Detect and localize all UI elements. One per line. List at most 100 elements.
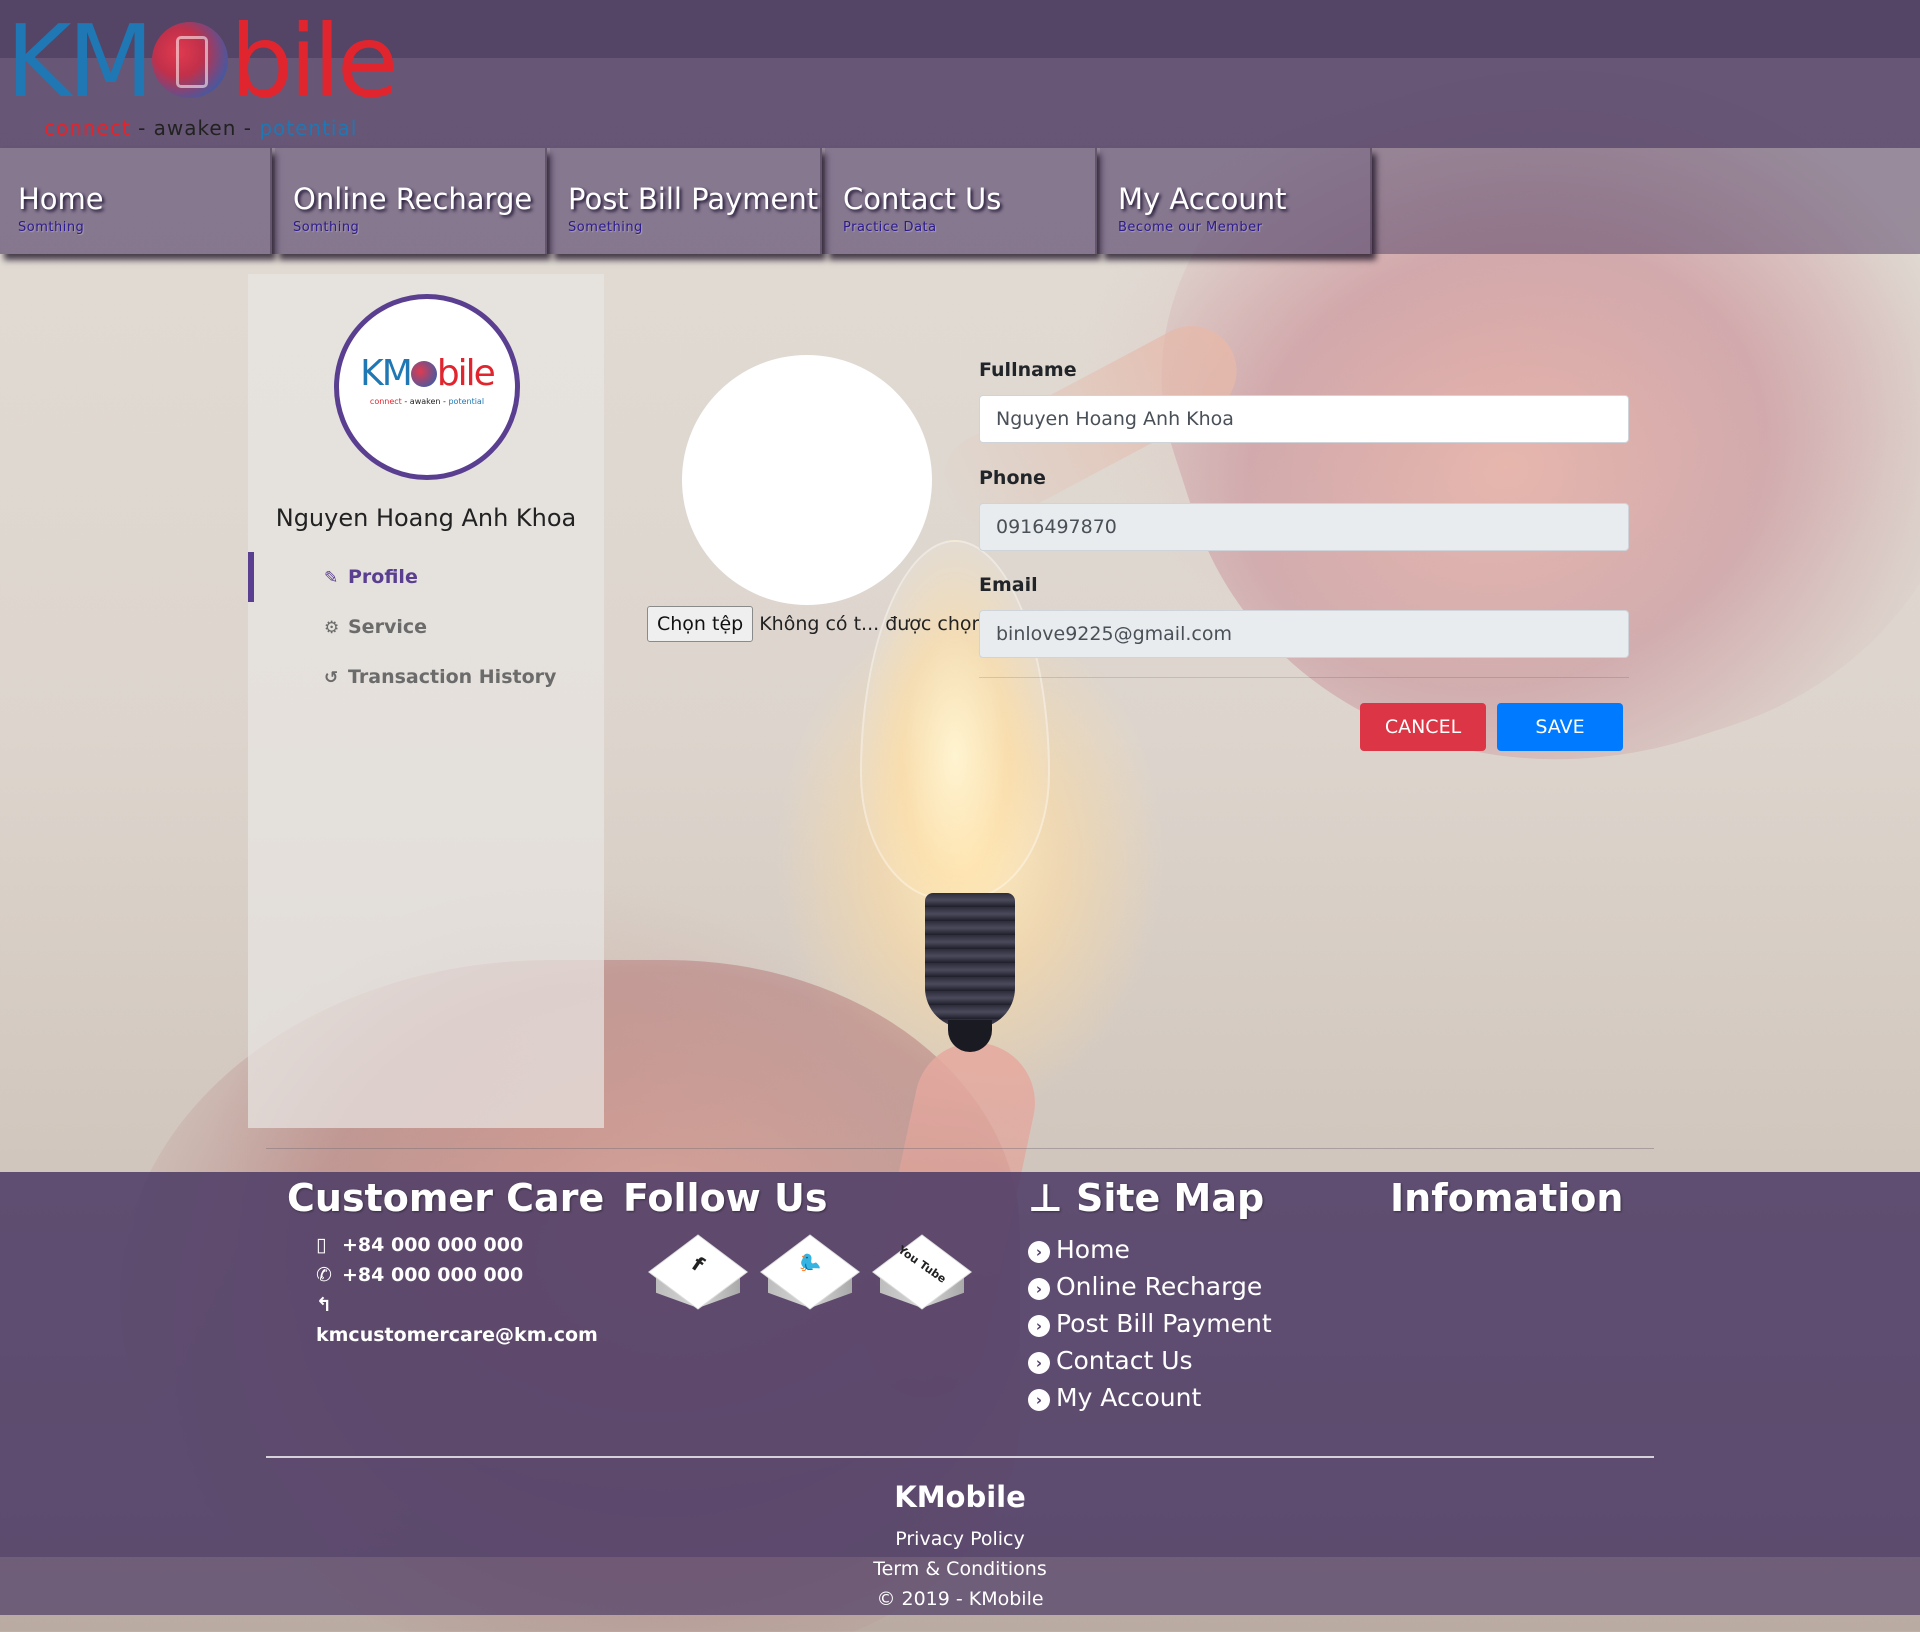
tagline-connect: connect bbox=[369, 397, 402, 406]
chevron-right-icon: › bbox=[1028, 1389, 1050, 1411]
nav-label: Post Bill Payment bbox=[568, 182, 819, 216]
logo-wordmark: KM bile bbox=[6, 12, 398, 112]
nav-post-bill-payment[interactable]: Post Bill Payment Something bbox=[550, 148, 822, 254]
logo-tagline: connect - awaken - potential bbox=[44, 116, 357, 140]
avatar: KM bile connect - awaken - potential bbox=[334, 294, 520, 480]
nav-label: Home bbox=[18, 182, 104, 216]
nav-online-recharge[interactable]: Online Recharge Somthing bbox=[275, 148, 547, 254]
main-nav: Home Somthing Online Recharge Somthing P… bbox=[0, 148, 1920, 254]
nav-label: My Account bbox=[1118, 182, 1287, 216]
cancel-button[interactable]: CANCEL bbox=[1360, 703, 1486, 751]
nav-label: Contact Us bbox=[843, 182, 1002, 216]
footer-top-divider bbox=[266, 1148, 1654, 1149]
profile-photo-preview bbox=[682, 355, 932, 605]
nav-home[interactable]: Home Somthing bbox=[0, 148, 272, 254]
sitemap-link-home[interactable]: › Home bbox=[1028, 1235, 1130, 1264]
information-heading: Infomation bbox=[1390, 1176, 1624, 1220]
follow-us-heading: Follow Us bbox=[623, 1176, 828, 1220]
tagline-sep: - bbox=[401, 397, 410, 406]
chevron-right-icon: › bbox=[1028, 1278, 1050, 1300]
nav-sublabel: Something bbox=[568, 220, 643, 235]
sidebar-item-label: Service bbox=[348, 616, 427, 638]
tagline-awaken: awaken bbox=[409, 397, 441, 406]
tagline-sep: - bbox=[236, 116, 260, 140]
history-icon: ↺ bbox=[324, 668, 339, 688]
footer-brand: KMobile bbox=[894, 1480, 1026, 1514]
chevron-right-icon: › bbox=[1028, 1315, 1050, 1337]
chevron-right-icon: › bbox=[1028, 1241, 1050, 1263]
sitemap-link-label: Home bbox=[1056, 1235, 1130, 1264]
phone-icon: ✆ bbox=[316, 1264, 332, 1286]
save-button[interactable]: SAVE bbox=[1497, 703, 1623, 751]
gears-icon: ⚙ bbox=[324, 618, 340, 638]
logo-bile: bile bbox=[229, 3, 399, 120]
copyright: © 2019 - KMobile bbox=[876, 1588, 1044, 1610]
nav-sublabel: Become our Member bbox=[1118, 220, 1263, 235]
customer-care-heading: Customer Care bbox=[287, 1176, 605, 1220]
tagline-connect: connect bbox=[44, 116, 131, 140]
sidebar-item-profile[interactable]: ✎ Profile bbox=[324, 566, 418, 588]
mobile-number: ▯ +84 000 000 000 bbox=[316, 1234, 523, 1256]
email-label: Email bbox=[979, 574, 1038, 596]
phone-o-icon bbox=[151, 22, 228, 98]
youtube-icon[interactable]: You Tube bbox=[873, 1235, 971, 1309]
twitter-icon[interactable]: 🐦 bbox=[761, 1235, 859, 1309]
sidebar-item-label: Transaction History bbox=[348, 666, 557, 688]
phone-label: Phone bbox=[979, 467, 1046, 489]
file-upload: Chọn tệp Không có t... được chọn bbox=[647, 606, 984, 642]
sidebar-item-label: Profile bbox=[348, 566, 418, 588]
mobile-number-text: +84 000 000 000 bbox=[342, 1234, 524, 1256]
sitemap-link-label: Online Recharge bbox=[1056, 1272, 1263, 1301]
avatar-logo-km: KM bbox=[360, 353, 413, 394]
sitemap-link-my-account[interactable]: › My Account bbox=[1028, 1383, 1201, 1412]
nav-my-account[interactable]: My Account Become our Member bbox=[1100, 148, 1372, 254]
logo-km: KM bbox=[6, 3, 154, 120]
nav-sublabel: Somthing bbox=[293, 220, 360, 235]
background-lightbulb-tip bbox=[948, 1020, 992, 1052]
phone-o-icon bbox=[410, 361, 437, 387]
care-email[interactable]: kmcustomercare@km.com bbox=[316, 1324, 598, 1346]
sidebar-user-name: Nguyen Hoang Anh Khoa bbox=[275, 504, 577, 532]
nav-label: Online Recharge bbox=[293, 182, 533, 216]
phone-number: ✆ +84 000 000 000 bbox=[316, 1264, 523, 1286]
sitemap-link-contact-us[interactable]: › Contact Us bbox=[1028, 1346, 1193, 1375]
phone-field[interactable] bbox=[979, 503, 1629, 551]
active-indicator bbox=[248, 552, 254, 602]
sitemap-icon: ⊥ bbox=[1028, 1176, 1063, 1220]
header: KM bile connect - awaken - potential bbox=[0, 0, 1920, 148]
site-logo[interactable]: KM bile connect - awaken - potential bbox=[6, 12, 466, 141]
sitemap-link-label: Post Bill Payment bbox=[1056, 1309, 1272, 1338]
sitemap-link-post-bill-payment[interactable]: › Post Bill Payment bbox=[1028, 1309, 1272, 1338]
site-map-heading: ⊥ Site Map bbox=[1028, 1176, 1264, 1220]
background-lightbulb-base bbox=[925, 893, 1015, 1028]
sidebar-item-service[interactable]: ⚙ Service bbox=[324, 616, 427, 638]
tagline-potential: potential bbox=[448, 397, 485, 406]
form-divider bbox=[979, 677, 1629, 678]
reply-icon-row: ↰ bbox=[316, 1294, 342, 1316]
terms-row: Term & Conditions bbox=[0, 1558, 1920, 1580]
fullname-field[interactable] bbox=[979, 395, 1629, 443]
email-field[interactable] bbox=[979, 610, 1629, 658]
nav-sublabel: Practice Data bbox=[843, 220, 937, 235]
avatar-logo-bile: bile bbox=[436, 353, 496, 394]
sitemap-link-label: Contact Us bbox=[1056, 1346, 1193, 1375]
facebook-icon[interactable]: f bbox=[649, 1235, 747, 1309]
avatar-tagline: connect - awaken - potential bbox=[339, 397, 515, 406]
phone-number-text: +84 000 000 000 bbox=[342, 1264, 524, 1286]
sitemap-link-online-recharge[interactable]: › Online Recharge bbox=[1028, 1272, 1262, 1301]
edit-icon: ✎ bbox=[324, 568, 339, 588]
reply-icon: ↰ bbox=[316, 1294, 332, 1316]
privacy-policy-row: Privacy Policy bbox=[0, 1528, 1920, 1550]
profile-sidebar: KM bile connect - awaken - potential Nguy… bbox=[248, 274, 604, 1128]
sitemap-link-label: My Account bbox=[1056, 1383, 1202, 1412]
nav-contact-us[interactable]: Contact Us Practice Data bbox=[825, 148, 1097, 254]
terms-link[interactable]: Term & Conditions bbox=[873, 1558, 1047, 1580]
sidebar-item-transaction-history[interactable]: ↺ Transaction History bbox=[324, 666, 556, 688]
tagline-awaken: awaken bbox=[153, 116, 237, 140]
mobile-icon: ▯ bbox=[316, 1234, 327, 1256]
file-status: Không có t... được chọn bbox=[759, 613, 984, 635]
choose-file-button[interactable]: Chọn tệp bbox=[647, 606, 754, 642]
privacy-policy-link[interactable]: Privacy Policy bbox=[895, 1528, 1024, 1550]
chevron-right-icon: › bbox=[1028, 1352, 1050, 1374]
site-map-title: Site Map bbox=[1075, 1176, 1265, 1220]
